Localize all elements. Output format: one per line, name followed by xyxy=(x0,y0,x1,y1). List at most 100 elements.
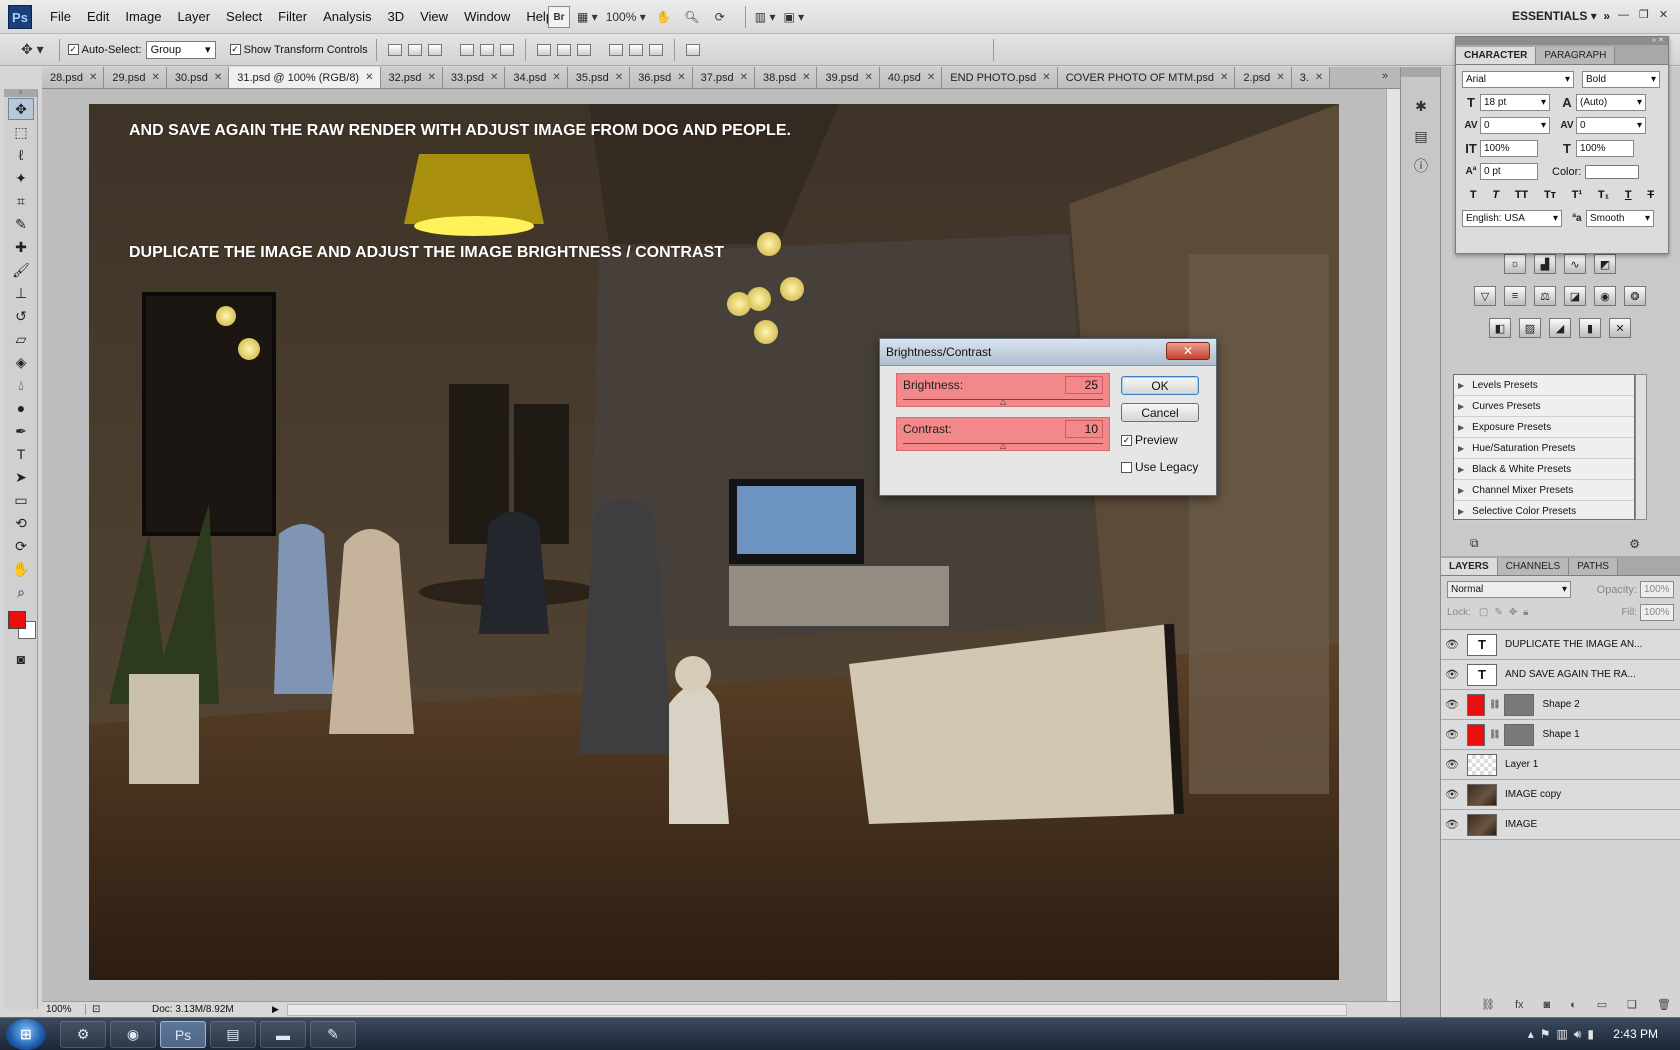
document-tab[interactable]: 34.psd ✕ xyxy=(505,67,568,88)
screen-mode-icon[interactable]: ▣ ▾ xyxy=(782,6,805,28)
pen-tool-icon[interactable]: ✒ xyxy=(8,420,34,442)
lasso-tool-icon[interactable]: ℓ xyxy=(8,144,34,166)
minimize-icon[interactable]: — xyxy=(1618,9,1629,21)
preset-item[interactable]: ▶ Curves Presets xyxy=(1454,396,1634,417)
cancel-button[interactable]: Cancel xyxy=(1121,403,1199,422)
restore-icon[interactable]: ❐ xyxy=(1639,8,1649,21)
contrast-value-field[interactable]: 10 xyxy=(1065,420,1103,438)
faux-bold-icon[interactable]: T xyxy=(1470,189,1477,201)
tab-close-icon[interactable]: ✕ xyxy=(1315,72,1323,83)
new-layer-icon[interactable]: ❏ xyxy=(1627,998,1637,1011)
document-tab[interactable]: 30.psd ✕ xyxy=(166,67,230,88)
photo-filter-adjustment-icon[interactable]: ◉ xyxy=(1594,286,1616,306)
move-tool-preset-icon[interactable]: ✥ ▾ xyxy=(20,39,45,61)
visibility-eye-icon[interactable]: 👁︎ xyxy=(1441,638,1463,651)
menu-select[interactable]: Select xyxy=(218,0,270,34)
gradient-map-adjustment-icon[interactable]: ▮ xyxy=(1579,318,1601,338)
system-tray-icons[interactable]: ▴⚑▥🔊︎▮ xyxy=(1528,1027,1600,1042)
tab-paths[interactable]: PATHS xyxy=(1569,558,1618,575)
expand-triangle-icon[interactable]: ▶ xyxy=(1458,423,1464,432)
distribute-bottom-icon[interactable] xyxy=(576,43,591,56)
distribute-right-icon[interactable] xyxy=(648,43,663,56)
document-tab[interactable]: 38.psd ✕ xyxy=(755,67,818,88)
delete-layer-icon[interactable]: 🗑︎ xyxy=(1657,998,1671,1011)
expand-triangle-icon[interactable]: ▶ xyxy=(1458,486,1464,495)
marquee-tool-icon[interactable]: ⬚ xyxy=(8,121,34,143)
posterize-adjustment-icon[interactable]: ▨ xyxy=(1519,318,1541,338)
type-tool-icon[interactable]: T xyxy=(8,443,34,465)
tab-close-icon[interactable]: ✕ xyxy=(552,72,560,83)
transform-controls-checkbox[interactable]: ✓ xyxy=(229,44,241,55)
channel-mixer-adjustment-icon[interactable]: ❂ xyxy=(1624,286,1646,306)
layer-row[interactable]: 👁︎ ⛓ Shape 2 xyxy=(1441,690,1680,720)
align-center-icon[interactable] xyxy=(479,43,494,56)
use-legacy-checkbox[interactable] xyxy=(1121,461,1132,473)
vertical-scale-field[interactable]: 100% xyxy=(1480,140,1538,157)
ok-button[interactable]: OK xyxy=(1121,376,1199,395)
new-adjustment-layer-icon[interactable]: ◐ xyxy=(1570,999,1577,1011)
tab-close-icon[interactable]: ✕ xyxy=(802,72,810,83)
document-canvas[interactable]: AND SAVE AGAIN THE RAW RENDER WITH ADJUS… xyxy=(89,104,1339,980)
tab-close-icon[interactable]: ✕ xyxy=(1276,72,1284,83)
layer-row[interactable]: 👁︎ IMAGE copy xyxy=(1441,780,1680,810)
taskbar-clock[interactable]: 2:43 PM xyxy=(1613,1027,1658,1041)
tab-close-icon[interactable]: ✕ xyxy=(89,72,97,83)
layer-row[interactable]: 👁︎ T DUPLICATE THE IMAGE AN... xyxy=(1441,630,1680,660)
menu-3d[interactable]: 3D xyxy=(379,0,412,34)
tab-close-icon[interactable]: ✕ xyxy=(677,72,685,83)
align-left-icon[interactable] xyxy=(459,43,474,56)
threshold-adjustment-icon[interactable]: ◢ xyxy=(1549,318,1571,338)
align-top-icon[interactable] xyxy=(387,43,402,56)
tab-character[interactable]: CHARACTER xyxy=(1456,47,1537,64)
lock-icons[interactable]: ▢✎✥🔒︎ xyxy=(1479,607,1535,618)
document-tab[interactable]: 28.psd ✕ xyxy=(42,67,105,88)
tracking-field[interactable]: 0 ▾ xyxy=(1576,117,1646,134)
arrange-documents-icon[interactable]: ▥ ▾ xyxy=(754,6,777,28)
align-middle-icon[interactable] xyxy=(407,43,422,56)
histogram-icon[interactable]: ▤ xyxy=(1408,125,1434,147)
brightness-slider-thumb[interactable]: △ xyxy=(1000,397,1006,406)
3d-rotate-tool-icon[interactable]: ⟲ xyxy=(8,512,34,534)
layer-mask-icon[interactable]: ◙ xyxy=(1544,999,1551,1011)
align-right-icon[interactable] xyxy=(499,43,514,56)
invert-adjustment-icon[interactable]: ◧ xyxy=(1489,318,1511,338)
tab-layers[interactable]: LAYERS xyxy=(1441,558,1498,575)
preset-item[interactable]: ▶ Selective Color Presets xyxy=(1454,501,1634,522)
document-tab[interactable]: 32.psd ✕ xyxy=(380,67,443,88)
new-group-icon[interactable]: ▭ xyxy=(1597,998,1607,1011)
tab-close-icon[interactable]: ✕ xyxy=(490,72,498,83)
document-tab[interactable]: 40.psd ✕ xyxy=(879,67,943,88)
antialias-select[interactable]: Smooth ▾ xyxy=(1586,210,1654,227)
paint-bucket-tool-icon[interactable]: ◈ xyxy=(8,351,34,373)
exposure-adjustment-icon[interactable]: ◩ xyxy=(1594,254,1616,274)
tab-close-icon[interactable]: ✕ xyxy=(1220,72,1228,83)
expand-triangle-icon[interactable]: ▶ xyxy=(1458,402,1464,411)
preset-item[interactable]: ▶ Exposure Presets xyxy=(1454,417,1634,438)
tabs-overflow-icon[interactable]: » xyxy=(1382,70,1388,82)
leading-field[interactable]: (Auto) ▾ xyxy=(1576,94,1646,111)
layer-row[interactable]: 👁︎ T AND SAVE AGAIN THE RA... xyxy=(1441,660,1680,690)
small-caps-icon[interactable]: Tт xyxy=(1544,189,1556,201)
selective-color-adjustment-icon[interactable]: ✕ xyxy=(1609,318,1631,338)
preset-item[interactable]: ▶ Black & White Presets xyxy=(1454,459,1634,480)
text-color-swatch[interactable] xyxy=(1585,164,1640,179)
kerning-field[interactable]: 0 ▾ xyxy=(1480,117,1550,134)
hue-saturation-adjustment-icon[interactable]: ≡ xyxy=(1504,286,1526,306)
brightness-value-field[interactable]: 25 xyxy=(1065,376,1103,394)
all-caps-icon[interactable]: TT xyxy=(1515,189,1528,201)
presets-scrollbar[interactable] xyxy=(1635,374,1647,520)
tab-close-icon[interactable]: ✕ xyxy=(428,72,436,83)
view-extras-button[interactable]: ▦ ▾ xyxy=(576,6,599,28)
expand-triangle-icon[interactable]: ▶ xyxy=(1458,381,1464,390)
vertical-scrollbar[interactable] xyxy=(1386,89,1400,1001)
tab-close-icon[interactable]: ✕ xyxy=(151,72,159,83)
navigator-icon[interactable]: ✱ xyxy=(1408,95,1434,117)
tab-close-icon[interactable]: ✕ xyxy=(864,72,872,83)
taskbar-photoshop-icon[interactable]: Ps xyxy=(160,1021,206,1048)
hand-tool-icon[interactable]: ✋ xyxy=(653,6,675,28)
expand-triangle-icon[interactable]: ▶ xyxy=(1458,465,1464,474)
opacity-field[interactable]: 100% xyxy=(1640,581,1674,598)
menu-view[interactable]: View xyxy=(412,0,456,34)
preview-checkbox[interactable]: ✓ xyxy=(1121,434,1132,446)
distribute-middle-icon[interactable] xyxy=(556,43,571,56)
